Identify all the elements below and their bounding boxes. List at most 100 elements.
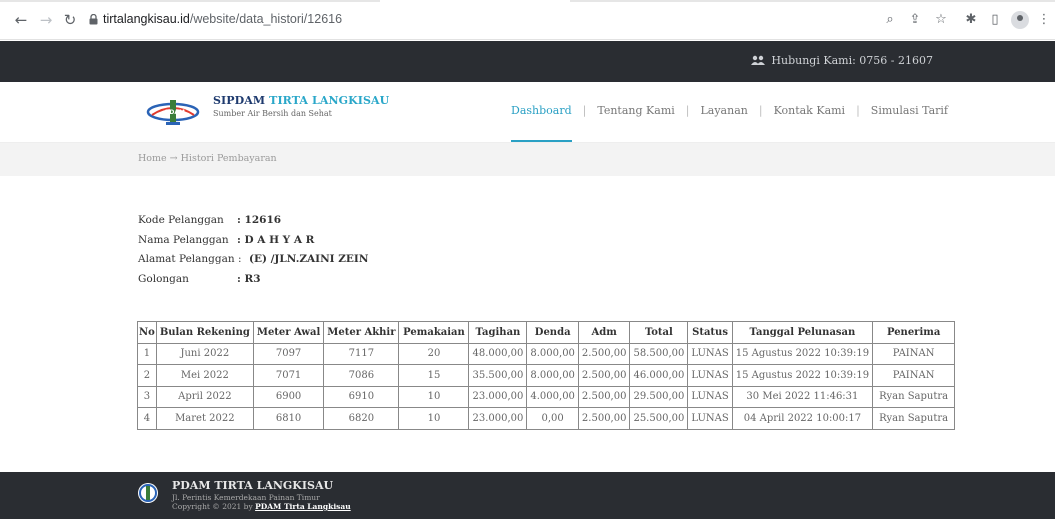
cell-meter-akhir: 7117	[323, 342, 400, 365]
golongan-value: : R3	[237, 272, 261, 285]
cell-denda: 8.000,00	[526, 342, 579, 365]
side-panel-icon[interactable]: ▯	[986, 11, 1004, 29]
table-row: 2 Mei 2022 7071 7086 15 35.500,00 8.000,…	[137, 364, 956, 387]
table-header-row: No Bulan Rekening Meter Awal Meter Akhir…	[137, 321, 956, 344]
cell-denda: 0,00	[526, 407, 579, 430]
url-path: /website/data_histori/12616	[189, 12, 343, 26]
cell-tanggal: 30 Mei 2022 11:46:31	[731, 385, 874, 408]
cell-adm: 2.500,00	[577, 364, 631, 387]
table-row: 4 Maret 2022 6810 6820 10 23.000,00 0,00…	[137, 407, 956, 430]
cell-bulan: Mei 2022	[155, 364, 254, 387]
reload-icon[interactable]: ↻	[61, 11, 79, 29]
nav-separator: |	[758, 104, 763, 117]
cell-total: 29.500,00	[629, 385, 689, 408]
bookmark-star-icon[interactable]: ☆	[932, 11, 950, 29]
col-header: Pemakaian	[398, 321, 470, 344]
zoom-icon[interactable]: ⌕	[881, 11, 899, 29]
cell-penerima: PAINAN	[872, 364, 956, 387]
cell-status: LUNAS	[687, 385, 733, 408]
cell-penerima: Ryan Saputra	[872, 385, 956, 408]
nav-dashboard[interactable]: Dashboard	[511, 104, 572, 142]
back-icon[interactable]: ←	[12, 11, 30, 29]
cell-pemakaian: 20	[398, 342, 470, 365]
col-header: Meter Awal	[252, 321, 325, 344]
browser-toolbar: ← → ↻ tirtalangkisau.id/website/data_his…	[0, 0, 1055, 40]
cell-total: 58.500,00	[629, 342, 689, 365]
breadcrumb[interactable]: Home → Histori Pembayaran	[138, 153, 277, 164]
share-icon[interactable]: ⇪	[906, 11, 924, 29]
contact-text: Hubungi Kami: 0756 - 21607	[771, 54, 933, 67]
cell-no: 2	[137, 364, 157, 387]
kode-value: : 12616	[237, 214, 282, 226]
pdam-logo[interactable]: PDAM	[146, 97, 200, 127]
col-header: Tagihan	[468, 321, 528, 344]
info-row-nama: Nama Pelanggan : D A H Y A R	[138, 234, 368, 254]
cell-bulan: Juni 2022	[155, 342, 254, 365]
col-header: Status	[687, 321, 733, 344]
cell-pemakaian: 10	[398, 385, 470, 408]
cell-tagihan: 35.500,00	[468, 364, 528, 387]
top-contact-bar: Hubungi Kami: 0756 - 21607	[0, 41, 1055, 82]
cell-meter-akhir: 7086	[323, 364, 400, 387]
nav-layanan[interactable]: Layanan	[700, 104, 747, 117]
col-header: Penerima	[872, 321, 956, 344]
profile-avatar-icon[interactable]	[1011, 11, 1029, 29]
payment-history-table: No Bulan Rekening Meter Awal Meter Akhir…	[137, 321, 956, 430]
table-row: 3 April 2022 6900 6910 10 23.000,00 4.00…	[137, 385, 956, 408]
cell-adm: 2.500,00	[577, 407, 631, 430]
nav-kontak-kami[interactable]: Kontak Kami	[774, 104, 846, 117]
cell-tagihan: 23.000,00	[468, 407, 528, 430]
browser-menu-icon[interactable]: ⋮	[1035, 11, 1053, 29]
extensions-icon[interactable]: ✱	[962, 11, 980, 29]
copyright-link[interactable]: PDAM Tirta Langkisau	[255, 502, 351, 511]
tab-strip-edge	[570, 0, 1055, 2]
address-bar[interactable]: tirtalangkisau.id/website/data_histori/1…	[103, 12, 342, 26]
lock-icon[interactable]	[89, 14, 98, 25]
copyright-prefix: Copyright © 2021 by	[172, 502, 256, 511]
brand-main: SIPDAM	[213, 94, 266, 107]
cell-adm: 2.500,00	[577, 342, 631, 365]
cell-pemakaian: 10	[398, 407, 470, 430]
col-header: Bulan Rekening	[155, 321, 254, 344]
nama-label: Nama Pelanggan	[138, 233, 229, 246]
footer-logo	[138, 483, 158, 503]
cell-tagihan: 48.000,00	[468, 342, 528, 365]
cell-bulan: April 2022	[155, 385, 254, 408]
site-footer: PDAM TIRTA LANGKISAU Jl. Perintis Kemerd…	[0, 472, 1055, 519]
cell-adm: 2.500,00	[577, 385, 631, 408]
kode-label: Kode Pelanggan	[138, 214, 224, 226]
col-header: Adm	[577, 321, 631, 344]
cell-denda: 4.000,00	[526, 385, 579, 408]
footer-text: PDAM TIRTA LANGKISAU Jl. Perintis Kemerd…	[172, 479, 351, 511]
footer-copyright: Copyright © 2021 by PDAM Tirta Langkisau	[172, 502, 351, 511]
brand-tagline: Sumber Air Bersih dan Sehat	[213, 109, 332, 118]
info-row-kode: Kode Pelanggan : 12616	[138, 214, 368, 234]
cell-tagihan: 23.000,00	[468, 385, 528, 408]
users-icon	[751, 55, 766, 65]
cell-tanggal: 15 Agustus 2022 10:39:19	[731, 342, 874, 365]
cell-tanggal: 04 April 2022 10:00:17	[731, 407, 874, 430]
footer-title: PDAM TIRTA LANGKISAU	[172, 479, 334, 492]
forward-icon[interactable]: →	[37, 11, 55, 29]
brand-highlight: TIRTA LANGKISAU	[269, 94, 390, 107]
info-row-golongan: Golongan : R3	[138, 273, 368, 293]
nav-tentang-kami[interactable]: Tentang Kami	[597, 104, 674, 117]
col-header: No	[137, 321, 157, 344]
alamat-value: (E) /JLN.ZAINI ZEIN	[249, 253, 369, 265]
cell-status: LUNAS	[687, 407, 733, 430]
cell-bulan: Maret 2022	[155, 407, 254, 430]
nav-separator: |	[582, 104, 587, 117]
cell-status: LUNAS	[687, 342, 733, 365]
golongan-label: Golongan	[138, 272, 189, 285]
cell-total: 46.000,00	[629, 364, 689, 387]
cell-no: 4	[137, 407, 157, 430]
nav-simulasi-tarif[interactable]: Simulasi Tarif	[871, 104, 948, 117]
cell-total: 25.500,00	[629, 407, 689, 430]
nav-separator: |	[856, 104, 860, 117]
brand-title: SIPDAM TIRTA LANGKISAU	[213, 94, 389, 107]
logo-text: PDAM	[165, 109, 185, 116]
cell-no: 3	[137, 385, 157, 408]
contact-info[interactable]: Hubungi Kami: 0756 - 21607	[751, 54, 933, 67]
brand-block[interactable]: SIPDAM TIRTA LANGKISAU Sumber Air Bersih…	[213, 94, 389, 118]
col-header: Meter Akhir	[323, 321, 400, 344]
